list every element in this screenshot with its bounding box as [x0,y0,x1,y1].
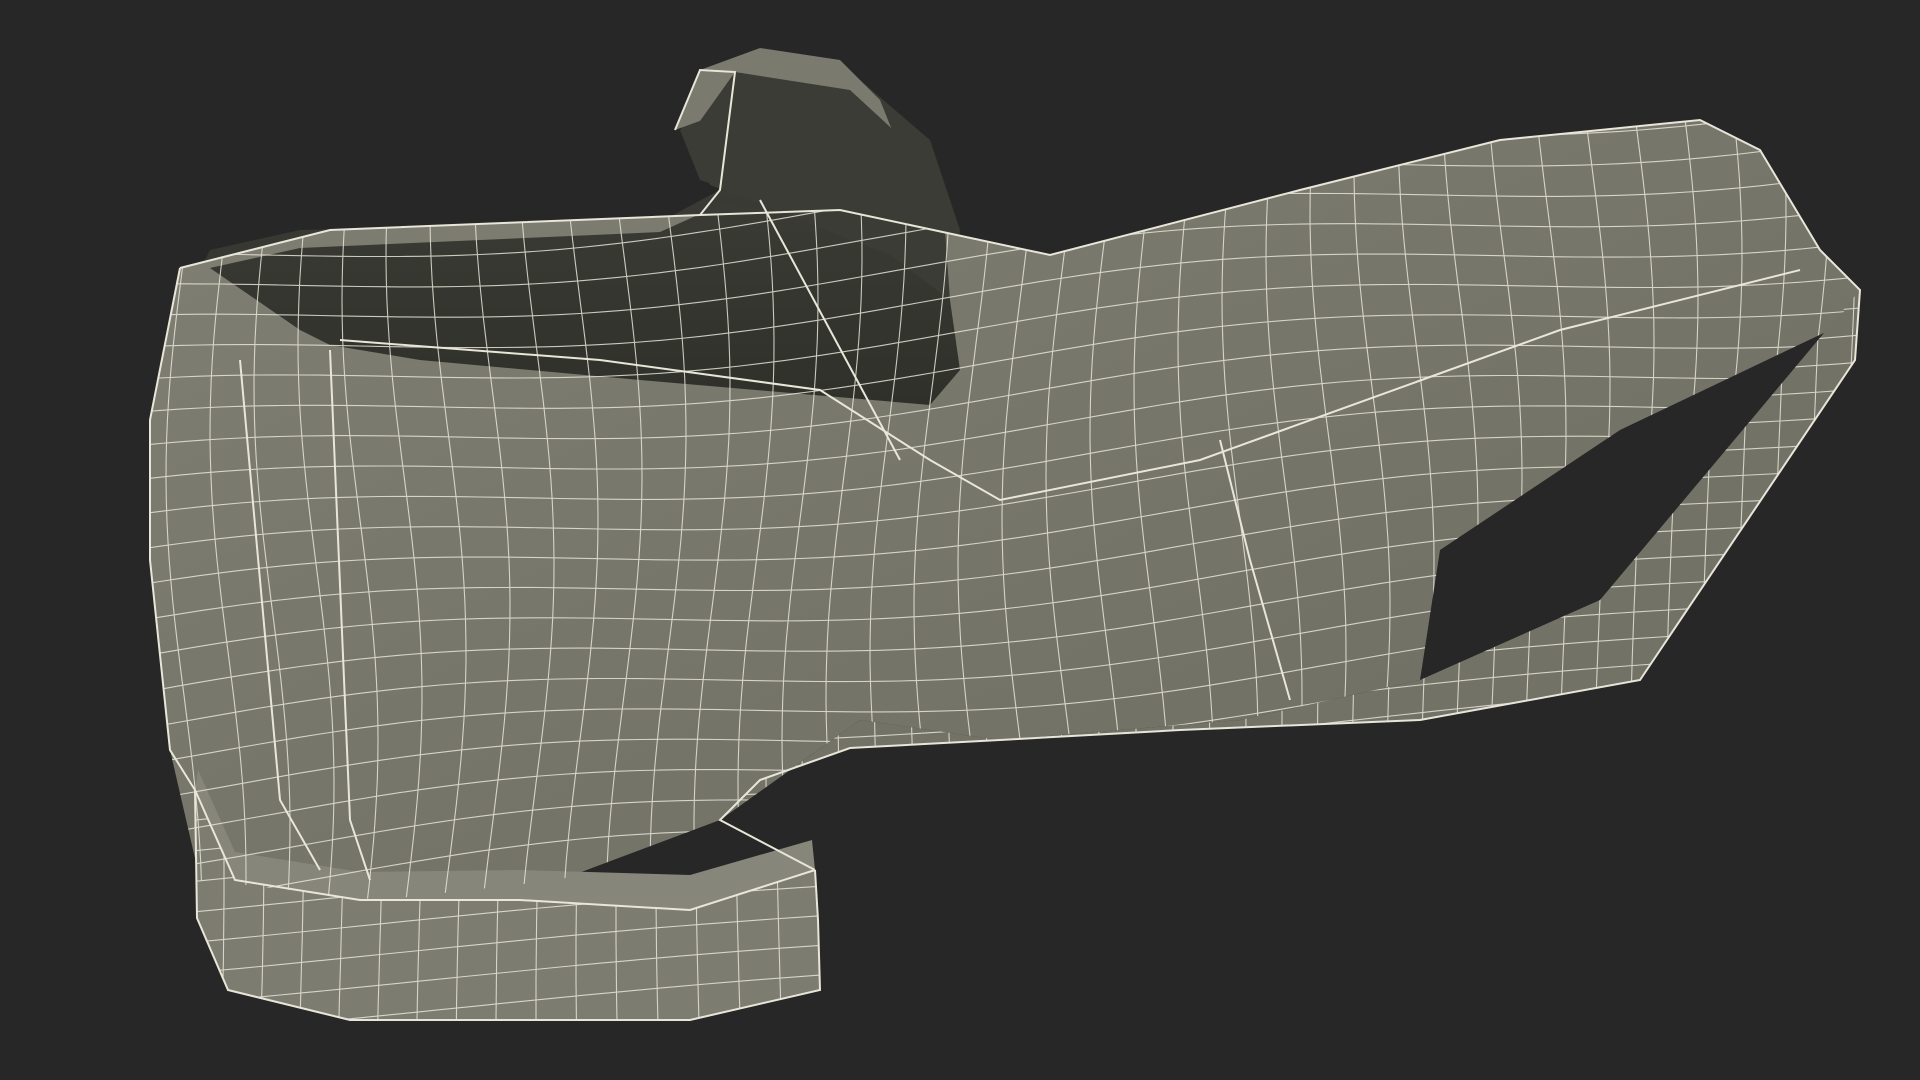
shoe-wireframe-render [140,0,1880,1021]
3d-viewport[interactable] [0,0,1920,1080]
wire-line [140,0,1880,105]
wire-line [150,120,1860,136]
wire-line [1837,120,1860,900]
